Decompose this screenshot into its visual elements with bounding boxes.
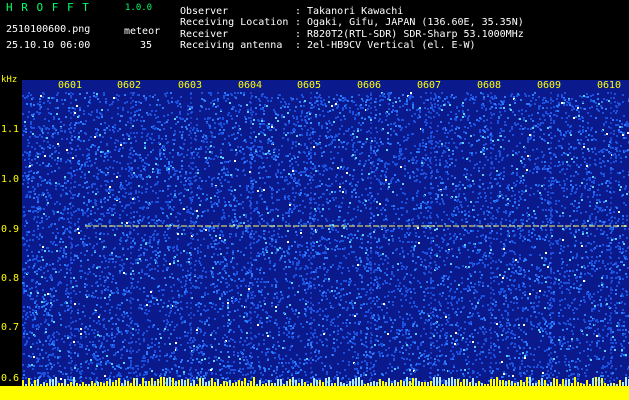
x-tick-label: 0603 (178, 80, 203, 91)
field-label-antenna: Receiving antenna (180, 40, 283, 51)
field-value-location: Ogaki, Gifu, JAPAN (136.60E, 35.35N) (307, 17, 524, 28)
x-tick-label: 0602 (117, 80, 142, 91)
header: H R O F F T 1.0.0 2510100600.png 25.10.1… (0, 0, 629, 80)
y-tick-label: 0.6 (1, 373, 20, 384)
x-tick-label: 0601 (58, 80, 83, 91)
app-version: 1.0.0 (125, 3, 153, 13)
mode-label: meteor (124, 26, 161, 37)
file-name: 2510100600.png (6, 24, 91, 35)
field-separator: : (295, 40, 302, 51)
field-label-receiver: Receiver (180, 29, 229, 40)
x-tick-label: 0605 (297, 80, 322, 91)
field-value-antenna: 2el-HB9CV Vertical (el. E-W) (307, 40, 476, 51)
y-axis-unit: kHz (1, 75, 18, 85)
field-value-receiver: R820T2(RTL-SDR) SDR-Sharp 53.1000MHz (307, 29, 524, 40)
y-tick-label: 0.9 (1, 224, 20, 235)
x-tick-label: 0610 (597, 80, 622, 91)
x-tick-label: 0606 (357, 80, 382, 91)
y-tick-label: 1.1 (1, 124, 20, 135)
date-time: 25.10.10 06:00 (6, 40, 91, 51)
y-tick-label: 1.0 (1, 174, 20, 185)
x-tick-label: 0604 (238, 80, 263, 91)
x-tick-label: 0609 (537, 80, 562, 91)
field-value-observer: Takanori Kawachi (307, 6, 404, 17)
meteor-count: 35 (140, 40, 153, 51)
x-tick-label: 0607 (417, 80, 442, 91)
y-tick-label: 0.7 (1, 322, 20, 333)
y-tick-label: 0.8 (1, 273, 20, 284)
field-separator: : (295, 17, 302, 28)
field-separator: : (295, 29, 302, 40)
x-tick-label: 0608 (477, 80, 502, 91)
field-label-observer: Observer (180, 6, 229, 17)
field-separator: : (295, 6, 302, 17)
app-name: H R O F F T (6, 1, 90, 14)
field-label-location: Receiving Location (180, 17, 289, 28)
